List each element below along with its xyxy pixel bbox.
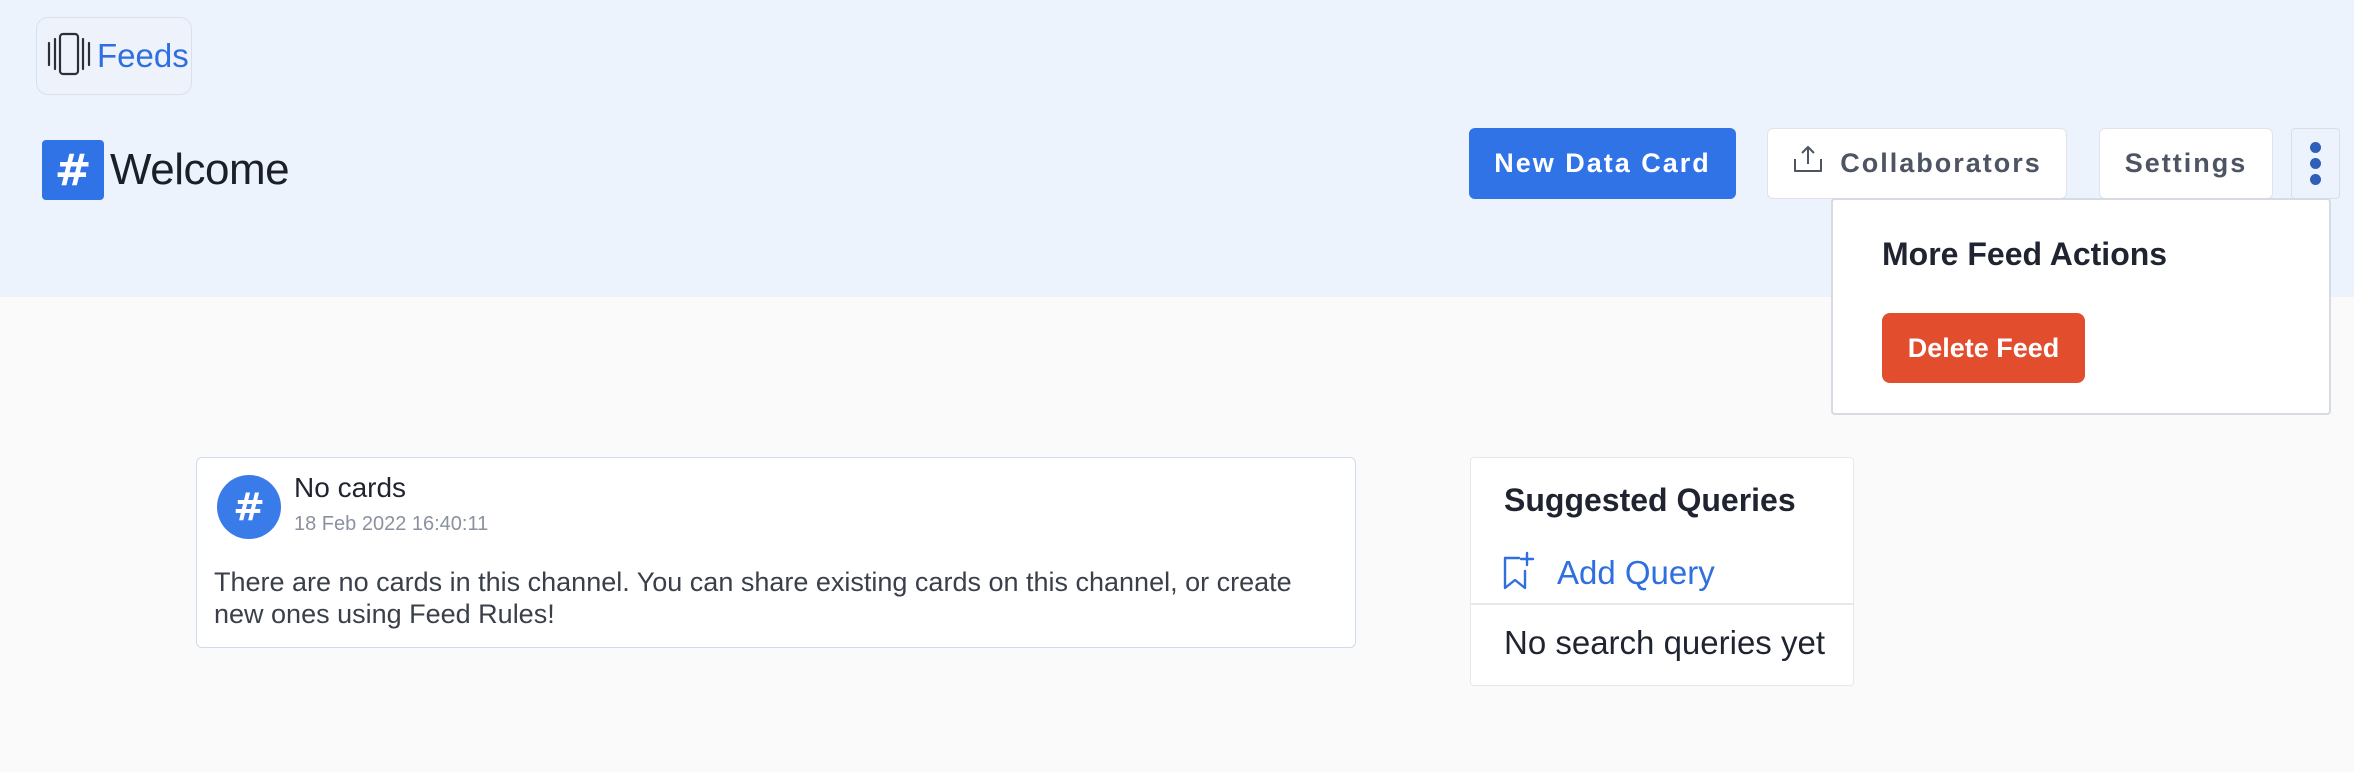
feeds-nav-label: Feeds xyxy=(97,37,189,74)
new-data-card-button[interactable]: New Data Card xyxy=(1469,128,1736,199)
divider xyxy=(1471,603,1853,605)
channel-avatar: # xyxy=(217,475,281,539)
more-feed-actions-menu: More Feed Actions Delete Feed xyxy=(1831,198,2331,415)
feeds-nav-link[interactable]: Feeds xyxy=(36,17,192,95)
settings-button[interactable]: Settings xyxy=(2099,128,2273,199)
card-body-text: There are no cards in this channel. You … xyxy=(214,567,1292,629)
collaborators-label: Collaborators xyxy=(1840,148,2042,178)
bookmark-add-icon xyxy=(1501,551,1535,596)
add-query-button[interactable]: Add Query xyxy=(1501,550,1715,596)
collaborators-button[interactable]: Collaborators xyxy=(1767,128,2067,199)
delete-feed-button[interactable]: Delete Feed xyxy=(1882,313,2085,383)
upload-share-icon xyxy=(1792,144,1824,183)
add-query-label: Add Query xyxy=(1557,554,1715,591)
suggested-queries-panel: Suggested Queries Add Query No search qu… xyxy=(1470,457,1854,686)
card-title: No cards xyxy=(294,472,407,503)
more-actions-button[interactable] xyxy=(2291,128,2340,199)
card-timestamp: 18 Feb 2022 16:40:11 xyxy=(294,513,489,535)
empty-channel-card: # No cards 18 Feb 2022 16:40:11 There ar… xyxy=(196,457,1356,648)
feeds-icon xyxy=(45,32,93,81)
suggested-queries-title: Suggested Queries xyxy=(1504,482,1796,518)
page-title: Welcome xyxy=(110,145,290,194)
channel-hash-icon: # xyxy=(42,140,104,200)
vertical-dots-icon xyxy=(2310,142,2321,153)
no-queries-text: No search queries yet xyxy=(1504,624,1825,661)
menu-title: More Feed Actions xyxy=(1882,236,2168,272)
